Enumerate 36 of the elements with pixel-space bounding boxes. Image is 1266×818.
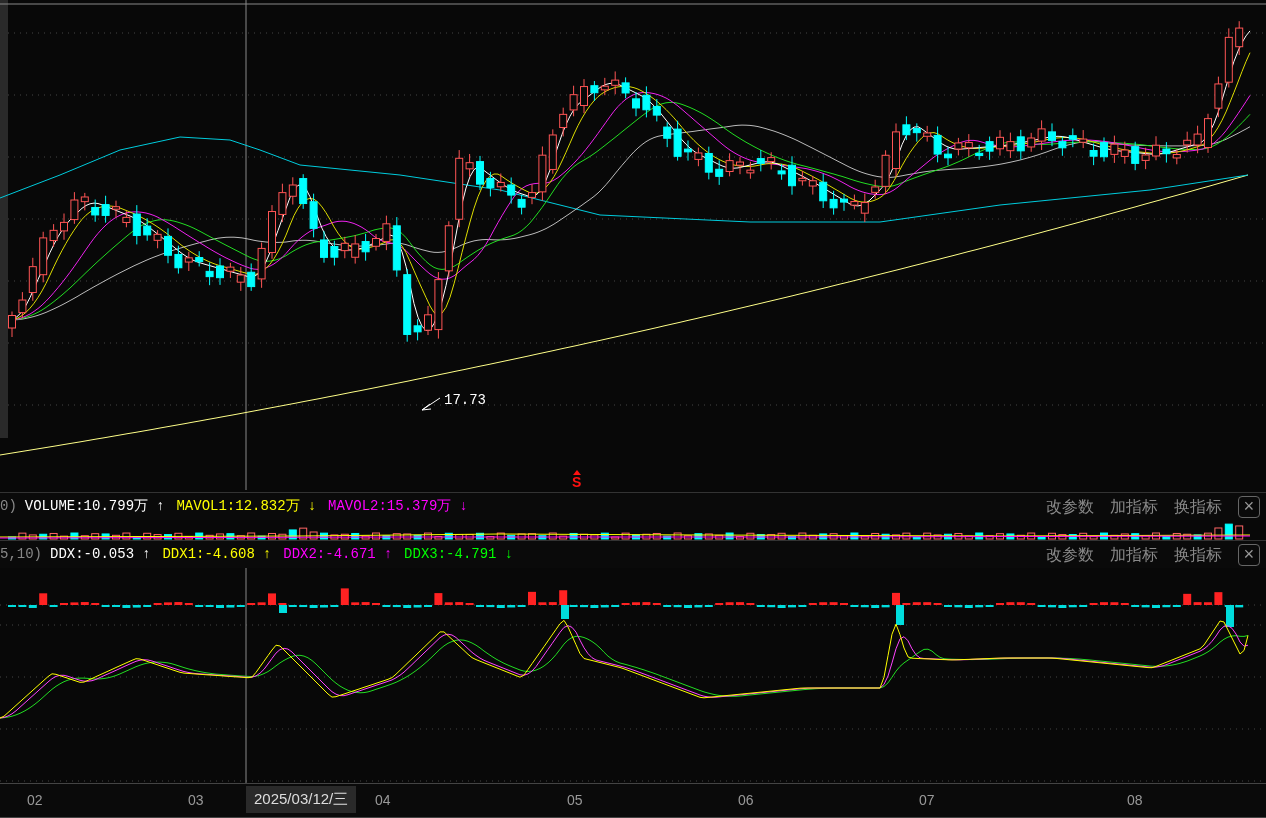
indicator-value: DDX:-0.053 [50,545,135,564]
trend-arrow: ↑ [142,545,151,564]
axis-label: 02 [27,791,43,810]
trend-arrow: ↓ [504,545,513,564]
params-text: 0) [0,497,17,516]
trend-arrow: ↑ [383,545,393,564]
close-button[interactable]: × [1238,543,1260,566]
trend-arrow: ↑ [156,497,165,516]
indicator-value: MAVOL1:12.832万 [176,497,300,516]
trend-arrow: ↑ [262,545,272,564]
panel-button[interactable]: 加指标 [1110,494,1158,519]
indicator-value: DDX3:-4.791 [404,545,497,564]
axis-label: 07 [919,791,935,810]
trend-arrow: ↓ [459,497,468,516]
axis-label: 04 [375,791,391,810]
panel-button[interactable]: 改参数 [1046,542,1094,567]
axis-label: 05 [567,791,583,810]
axis-label: 03 [188,791,204,810]
indicator-value: DDX2:-4.671 [283,545,376,564]
panel-button[interactable]: 换指标 [1174,494,1222,519]
close-button[interactable]: × [1238,495,1260,518]
arrow-icon [421,397,441,411]
indicator-value: VOLUME:10.799万 [24,497,149,516]
cursor-date-label: 2025/03/12/三 [246,786,357,813]
indicator-value: DDX1:-4.608 [162,545,255,564]
caret-up-icon [572,470,581,475]
low-price-label: 17.73 [444,391,486,410]
panel-button[interactable]: 改参数 [1046,494,1094,519]
axis-label: 06 [738,791,754,810]
signal-mark: S [572,475,582,489]
axis-label: 08 [1127,791,1143,810]
trend-arrow: ↓ [307,497,317,516]
panel-button[interactable]: 加指标 [1110,542,1158,567]
panel-button[interactable]: 换指标 [1174,542,1222,567]
params-text: 5,10) [0,545,42,564]
indicator-value: MAVOL2:15.379万 [328,497,452,516]
